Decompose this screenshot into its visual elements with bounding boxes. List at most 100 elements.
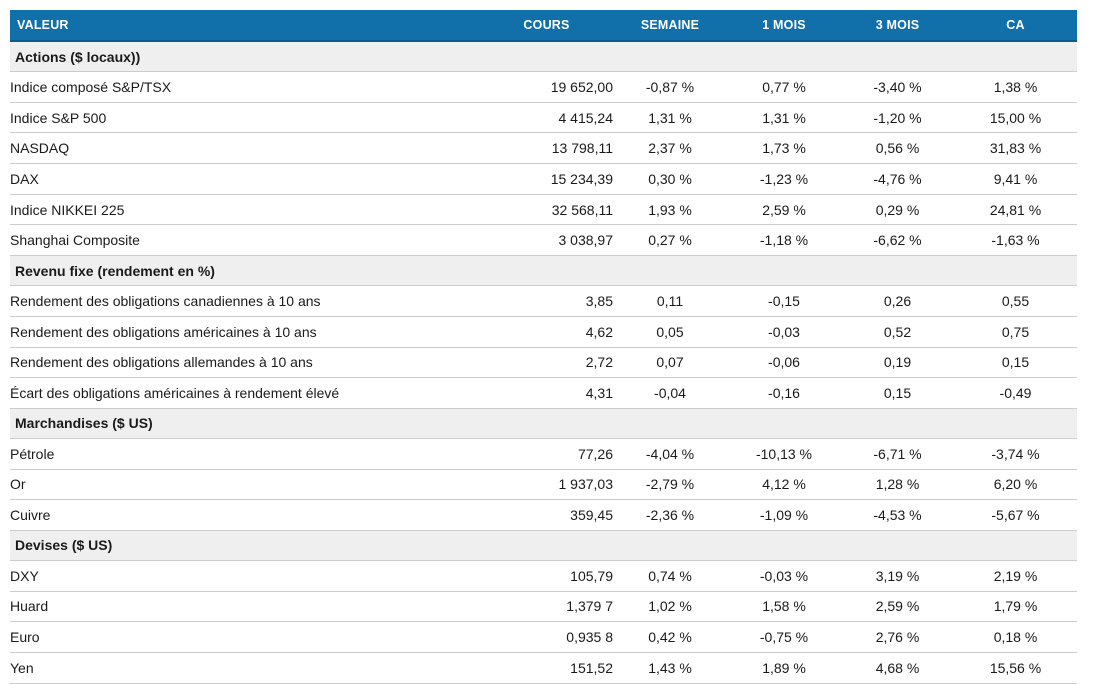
change-value: -6,71 % [841,438,954,469]
change-value: 0,19 [841,347,954,378]
market-report-page: VALEUR COURS SEMAINE 1 MOIS 3 MOIS CA Ac… [0,0,1093,684]
value-label: Rendement des obligations allemandes à 1… [10,347,480,378]
section-title: Devises ($ US) [10,530,1077,560]
change-value: 9,41 % [954,164,1077,195]
table-row: Rendement des obligations canadiennes à … [10,286,1077,317]
change-value: 2,59 % [841,591,954,622]
section-header-row: Revenu fixe (rendement en %) [10,256,1077,286]
change-value: -4,53 % [841,500,954,531]
change-value: 15,56 % [954,653,1077,684]
change-value: 0,29 % [841,194,954,225]
table-row: NASDAQ13 798,112,37 %1,73 %0,56 %31,83 % [10,133,1077,164]
change-value: 0,05 [613,316,727,347]
cours-value: 1,379 7 [480,591,613,622]
value-label: Rendement des obligations canadiennes à … [10,286,480,317]
change-value: 0,30 % [613,164,727,195]
change-value: 0,77 % [727,72,841,103]
change-value: -0,03 % [727,560,841,591]
change-value: 0,52 [841,316,954,347]
table-row: DAX15 234,390,30 %-1,23 %-4,76 %9,41 % [10,164,1077,195]
change-value: -0,06 [727,347,841,378]
section-header-row: Devises ($ US) [10,530,1077,560]
cours-value: 3 038,97 [480,225,613,256]
cours-value: 32 568,11 [480,194,613,225]
change-value: 2,59 % [727,194,841,225]
value-label: Indice NIKKEI 225 [10,194,480,225]
change-value: -3,40 % [841,72,954,103]
column-header-cours: COURS [480,10,613,41]
change-value: -6,62 % [841,225,954,256]
table-row: Huard1,379 71,02 %1,58 %2,59 %1,79 % [10,591,1077,622]
cours-value: 2,72 [480,347,613,378]
cours-value: 13 798,11 [480,133,613,164]
value-label: DAX [10,164,480,195]
column-header-valeur: VALEUR [10,10,480,41]
change-value: 24,81 % [954,194,1077,225]
change-value: 1,93 % [613,194,727,225]
change-value: 0,56 % [841,133,954,164]
change-value: 6,20 % [954,469,1077,500]
change-value: 1,31 % [613,102,727,133]
change-value: 0,74 % [613,560,727,591]
cours-value: 4,31 [480,378,613,409]
market-table-body: Actions ($ locaux))Indice composé S&P/TS… [10,41,1077,683]
value-label: Euro [10,622,480,653]
change-value: 1,02 % [613,591,727,622]
change-value: 15,00 % [954,102,1077,133]
change-value: 2,37 % [613,133,727,164]
cours-value: 4 415,24 [480,102,613,133]
cours-value: 77,26 [480,438,613,469]
change-value: 31,83 % [954,133,1077,164]
table-row: Indice S&P 5004 415,241,31 %1,31 %-1,20 … [10,102,1077,133]
column-header-3mois: 3 MOIS [841,10,954,41]
change-value: -1,63 % [954,225,1077,256]
table-row: Shanghai Composite3 038,970,27 %-1,18 %-… [10,225,1077,256]
section-title: Actions ($ locaux)) [10,41,1077,72]
value-label: Rendement des obligations américaines à … [10,316,480,347]
section-header-row: Actions ($ locaux)) [10,41,1077,72]
table-row: DXY105,790,74 %-0,03 %3,19 %2,19 % [10,560,1077,591]
table-row: Rendement des obligations américaines à … [10,316,1077,347]
change-value: 4,12 % [727,469,841,500]
change-value: -4,76 % [841,164,954,195]
table-row: Écart des obligations américaines à rend… [10,378,1077,409]
change-value: 0,18 % [954,622,1077,653]
change-value: 2,19 % [954,560,1077,591]
cours-value: 359,45 [480,500,613,531]
change-value: -3,74 % [954,438,1077,469]
value-label: Yen [10,653,480,684]
change-value: 0,15 [841,378,954,409]
change-value: 0,55 [954,286,1077,317]
change-value: -1,23 % [727,164,841,195]
change-value: -0,04 [613,378,727,409]
change-value: 0,15 [954,347,1077,378]
change-value: -10,13 % [727,438,841,469]
table-row: Cuivre359,45-2,36 %-1,09 %-4,53 %-5,67 % [10,500,1077,531]
cours-value: 105,79 [480,560,613,591]
section-title: Revenu fixe (rendement en %) [10,256,1077,286]
change-value: -1,09 % [727,500,841,531]
value-label: Or [10,469,480,500]
change-value: 0,26 [841,286,954,317]
change-value: 0,75 [954,316,1077,347]
section-title: Marchandises ($ US) [10,408,1077,438]
change-value: 2,76 % [841,622,954,653]
table-row: Indice NIKKEI 22532 568,111,93 %2,59 %0,… [10,194,1077,225]
cours-value: 151,52 [480,653,613,684]
change-value: 1,73 % [727,133,841,164]
value-label: Shanghai Composite [10,225,480,256]
change-value: 4,68 % [841,653,954,684]
value-label: Pétrole [10,438,480,469]
change-value: 0,07 [613,347,727,378]
change-value: 0,11 [613,286,727,317]
cours-value: 19 652,00 [480,72,613,103]
change-value: -0,03 [727,316,841,347]
table-row: Euro0,935 80,42 %-0,75 %2,76 %0,18 % [10,622,1077,653]
table-header: VALEUR COURS SEMAINE 1 MOIS 3 MOIS CA [10,10,1077,41]
table-row: Yen151,521,43 %1,89 %4,68 %15,56 % [10,653,1077,684]
change-value: -0,16 [727,378,841,409]
market-data-table: VALEUR COURS SEMAINE 1 MOIS 3 MOIS CA Ac… [10,10,1077,684]
change-value: -5,67 % [954,500,1077,531]
value-label: NASDAQ [10,133,480,164]
table-row: Or1 937,03-2,79 %4,12 %1,28 %6,20 % [10,469,1077,500]
